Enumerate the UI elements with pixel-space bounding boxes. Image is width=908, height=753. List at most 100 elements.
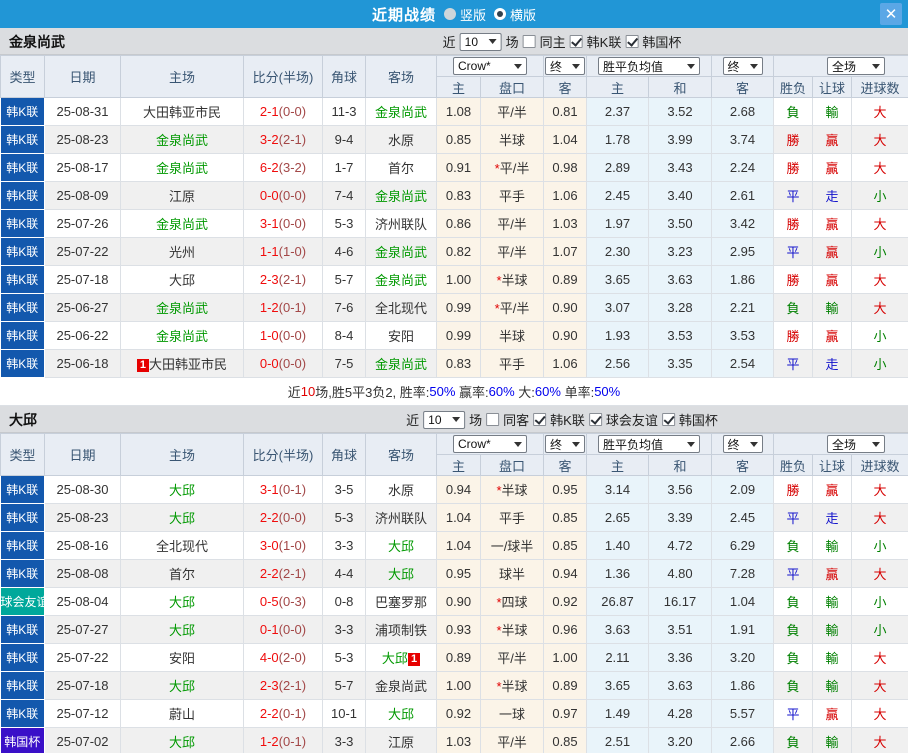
handicap: *半球 bbox=[480, 475, 544, 504]
league-checkbox[interactable] bbox=[569, 35, 583, 48]
avg-draw: 3.39 bbox=[648, 503, 712, 532]
col-header: 比分(半场) bbox=[243, 433, 323, 476]
league-checkbox[interactable] bbox=[661, 413, 675, 426]
same-venue-label: 同客 bbox=[503, 413, 530, 428]
final2-select[interactable]: 终 bbox=[722, 435, 763, 453]
final-select[interactable]: 终 bbox=[545, 435, 585, 453]
league-badge: 韩K联 bbox=[0, 643, 45, 672]
final2-select[interactable]: 终 bbox=[722, 57, 763, 75]
avg-select[interactable]: 胜平负均值 bbox=[598, 57, 700, 75]
result-goals: 大 bbox=[851, 209, 908, 238]
score: 2-1(0-0) bbox=[243, 97, 323, 126]
away-team: 金泉尚武 bbox=[365, 671, 437, 700]
radio-unselected-icon[interactable] bbox=[443, 8, 456, 20]
radio-horizontal-layout[interactable]: 横版 bbox=[494, 5, 536, 24]
result-wdl: 勝 bbox=[773, 209, 813, 238]
home-team: 首尔 bbox=[120, 559, 244, 588]
match-date: 25-08-30 bbox=[44, 475, 121, 504]
result-handicap: 走 bbox=[812, 349, 852, 378]
result-wdl: 平 bbox=[773, 699, 813, 728]
result-handicap: 贏 bbox=[812, 559, 852, 588]
fulltime-select[interactable]: 全场 bbox=[827, 57, 886, 75]
match-count-select[interactable]: 10 bbox=[423, 410, 466, 429]
summary-segment: 60% bbox=[534, 384, 561, 399]
result-wdl: 平 bbox=[773, 181, 813, 210]
avg-win: 3.14 bbox=[586, 475, 649, 504]
corners: 7-4 bbox=[322, 181, 366, 210]
crow-select[interactable]: Crow* bbox=[453, 435, 527, 453]
halftime-score: (2-1) bbox=[278, 566, 307, 581]
avg-draw: 3.36 bbox=[648, 643, 712, 672]
avg-win: 1.36 bbox=[586, 559, 649, 588]
avg-win: 2.45 bbox=[586, 181, 649, 210]
final2-select-value: 终 bbox=[727, 437, 740, 452]
handicap: 半球 bbox=[480, 125, 544, 154]
result-wdl: 勝 bbox=[773, 153, 813, 182]
odds-away: 1.06 bbox=[543, 349, 587, 378]
odds-away: 0.85 bbox=[543, 727, 587, 753]
odds-away: 0.95 bbox=[543, 475, 587, 504]
match-count-select[interactable]: 10 bbox=[459, 32, 502, 51]
fulltime-score: 3-1 bbox=[259, 482, 279, 497]
league-checkbox[interactable] bbox=[588, 413, 602, 426]
fulltime-select-cell: 全场 bbox=[772, 433, 908, 455]
close-icon[interactable]: ✕ bbox=[880, 3, 902, 25]
radio-vertical-layout[interactable]: 竖版 bbox=[443, 5, 486, 24]
fulltime-select[interactable]: 全场 bbox=[827, 435, 886, 453]
col-header: 角球 bbox=[322, 55, 366, 98]
crow-select-cell: Crow* bbox=[436, 433, 544, 455]
avg-lose: 1.91 bbox=[711, 615, 774, 644]
same-venue-checkbox[interactable] bbox=[486, 413, 500, 426]
avg-win: 3.07 bbox=[586, 293, 649, 322]
odds-away: 0.94 bbox=[543, 559, 587, 588]
odds-away: 0.81 bbox=[543, 97, 587, 126]
avg-draw: 4.80 bbox=[648, 559, 712, 588]
result-goals: 小 bbox=[851, 237, 908, 266]
league-badge: 韩K联 bbox=[0, 531, 45, 560]
avg-lose: 2.95 bbox=[711, 237, 774, 266]
avg-select[interactable]: 胜平负均值 bbox=[598, 435, 700, 453]
sub-col-header: 胜负 bbox=[773, 454, 813, 476]
avg-lose: 2.61 bbox=[711, 181, 774, 210]
avg-lose: 3.74 bbox=[711, 125, 774, 154]
odds-home: 0.93 bbox=[436, 615, 481, 644]
league-checkbox[interactable] bbox=[533, 413, 547, 426]
avg-win: 2.30 bbox=[586, 237, 649, 266]
home-team: 大邱 bbox=[120, 503, 244, 532]
home-team: 江原 bbox=[120, 181, 244, 210]
result-wdl: 負 bbox=[773, 97, 813, 126]
halftime-score: (0-0) bbox=[278, 356, 307, 371]
halftime-score: (0-0) bbox=[278, 104, 307, 119]
corners: 3-3 bbox=[322, 615, 366, 644]
crow-select[interactable]: Crow* bbox=[453, 57, 527, 75]
fulltime-score: 0-0 bbox=[259, 356, 279, 371]
same-venue-label: 同主 bbox=[539, 35, 566, 50]
filter-controls: 近 10 场 同主 韩K联 韩国杯 bbox=[443, 28, 681, 55]
league-badge: 韩K联 bbox=[0, 475, 45, 504]
league-badge: 韩K联 bbox=[0, 671, 45, 700]
avg-lose: 2.24 bbox=[711, 153, 774, 182]
odds-home: 0.83 bbox=[436, 181, 481, 210]
radio-selected-icon[interactable] bbox=[494, 8, 506, 20]
same-venue-checkbox[interactable] bbox=[522, 35, 536, 48]
match-row: 韩K联 25-08-23 大邱 2-2(0-0) 5-3 济州联队 1.04 平手 0.85 2.… bbox=[0, 503, 908, 532]
league-checkbox-label: 韩K联 bbox=[550, 413, 585, 428]
score: 0-0(0-0) bbox=[243, 181, 323, 210]
result-handicap: 贏 bbox=[812, 209, 852, 238]
match-date: 25-07-27 bbox=[44, 615, 121, 644]
home-team: 蔚山 bbox=[120, 699, 244, 728]
col-header: 日期 bbox=[44, 433, 121, 476]
result-goals: 小 bbox=[851, 181, 908, 210]
league-checkbox[interactable] bbox=[625, 35, 639, 48]
final-select[interactable]: 终 bbox=[545, 57, 585, 75]
avg-win: 2.56 bbox=[586, 349, 649, 378]
match-date: 25-07-02 bbox=[44, 727, 121, 753]
result-wdl: 平 bbox=[773, 559, 813, 588]
halftime-score: (0-0) bbox=[278, 328, 307, 343]
score: 1-2(0-1) bbox=[243, 293, 323, 322]
odds-home: 0.90 bbox=[436, 587, 481, 616]
halftime-score: (1-0) bbox=[278, 538, 307, 553]
handicap: 平手 bbox=[480, 503, 544, 532]
result-goals: 大 bbox=[851, 293, 908, 322]
match-date: 25-06-27 bbox=[44, 293, 121, 322]
